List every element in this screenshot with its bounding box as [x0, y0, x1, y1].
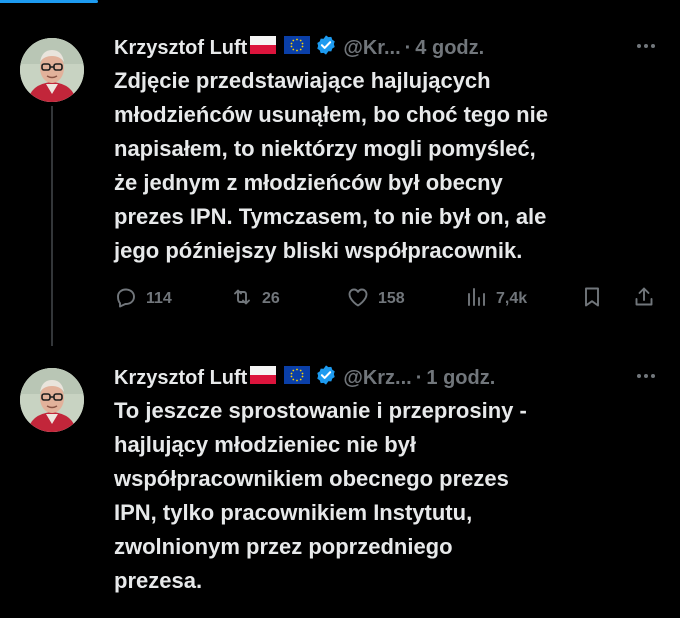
tweet-text-line: To jeszcze sprostowanie i przeprosiny - [114, 398, 527, 423]
views-icon [464, 285, 488, 314]
tweet-header: Krzysztof Luft @Krz... · 1 godz. [114, 362, 495, 394]
tweet-text-line: jego późniejszy bliski współpracownik. [114, 238, 523, 263]
tweet-text-line: prezes IPN. Tymczasem, to nie był on, al… [114, 204, 547, 229]
retweet-button[interactable]: 26 [230, 284, 280, 314]
reply-button[interactable]: 114 [114, 284, 172, 314]
more-icon[interactable] [634, 364, 658, 388]
tweet-actions: 114 26 158 7,4k [114, 284, 660, 314]
share-icon [632, 285, 656, 314]
tweet-time[interactable]: 1 godz. [426, 367, 495, 390]
separator-dot: · [404, 36, 412, 59]
verified-badge-icon [315, 34, 337, 62]
eu-flag-icon [284, 36, 311, 60]
poland-flag-icon [250, 366, 277, 390]
more-icon[interactable] [634, 34, 658, 58]
thread-line [51, 106, 53, 346]
tweet-text-line: IPN, tylko pracownikiem Instytutu, [114, 500, 473, 525]
tweet-text-line: hajlujący młodzieniec nie był [114, 432, 416, 457]
verified-badge-icon [315, 364, 337, 392]
retweet-count: 26 [262, 290, 280, 307]
tweet-text-line: że jednym z młodzieńców był obecny [114, 170, 503, 195]
tweet-2[interactable]: Krzysztof Luft @Krz... · 1 godz. To jesz… [0, 352, 680, 618]
poland-flag-icon [250, 36, 277, 60]
eu-flag-icon [284, 366, 311, 390]
tweet-text: To jeszcze sprostowanie i przeprosiny - … [114, 394, 662, 598]
tweet-time[interactable]: 4 godz. [415, 37, 484, 60]
tweet-text-line: młodzieńców usunąłem, bo choć tego nie [114, 102, 548, 127]
tweet-text-line: zwolnionym przez poprzedniego [114, 534, 453, 559]
views-count: 7,4k [496, 290, 528, 307]
author-name[interactable]: Krzysztof Luft [114, 367, 247, 390]
tweet-text-line: współpracownikiem obecnego prezes [114, 466, 509, 491]
like-count: 158 [378, 290, 405, 307]
retweet-icon [230, 285, 254, 314]
scroll-progress-indicator [0, 0, 98, 3]
bookmark-button[interactable] [580, 284, 604, 314]
bookmark-icon [580, 285, 604, 314]
tweet-text-line: prezesa. [114, 568, 203, 593]
tweet-text-line: napisałem, to niektórzy mogli pomyśleć, [114, 136, 536, 161]
share-button[interactable] [632, 284, 656, 314]
like-button[interactable]: 158 [346, 284, 405, 314]
like-icon [346, 285, 370, 314]
avatar[interactable] [20, 368, 84, 432]
tweet-header: Krzysztof Luft @Kr... · 4 godz. [114, 32, 484, 64]
tweet-text: Zdjęcie przedstawiające hajlujących młod… [114, 64, 662, 268]
author-handle[interactable]: @Kr... [343, 37, 400, 60]
reply-count: 114 [146, 290, 172, 307]
reply-icon [114, 285, 138, 314]
tweet-1[interactable]: Krzysztof Luft @Kr... · 4 godz. Zdjęcie … [0, 22, 680, 346]
views-button[interactable]: 7,4k [464, 284, 527, 314]
avatar[interactable] [20, 38, 84, 102]
separator-dot: · [415, 366, 423, 389]
author-name[interactable]: Krzysztof Luft [114, 37, 247, 60]
tweet-text-line: Zdjęcie przedstawiające hajlujących [114, 68, 491, 93]
author-handle[interactable]: @Krz... [343, 367, 411, 390]
